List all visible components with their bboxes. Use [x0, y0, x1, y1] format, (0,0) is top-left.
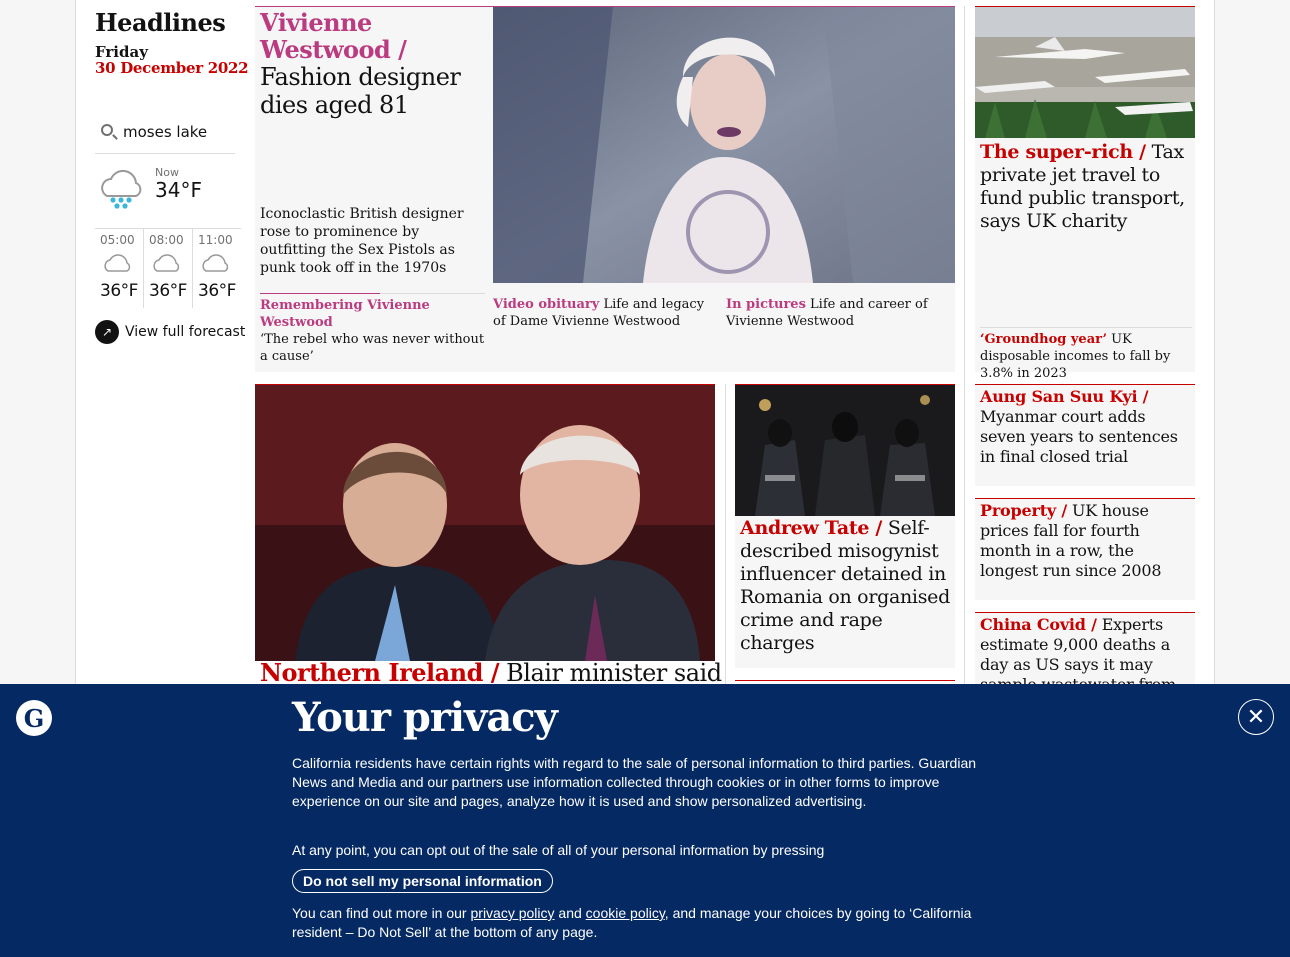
- forecast-temp: 36°F: [100, 281, 138, 301]
- tate-photo[interactable]: [735, 385, 955, 516]
- privacy-text: You can find out more in our: [292, 905, 467, 921]
- jet-sublink[interactable]: ‘Groundhog year’ UK disposable incomes t…: [980, 327, 1192, 382]
- close-icon[interactable]: ✕: [1238, 699, 1274, 735]
- tate-headline[interactable]: Andrew Tate / Self-described misogynist …: [740, 517, 952, 655]
- blair-kicker: Northern Ireland /: [260, 658, 500, 687]
- next-card-edge: [735, 680, 955, 681]
- date-full: 30 December 2022: [95, 59, 249, 77]
- story-kicker: China Covid /: [980, 615, 1097, 634]
- suu-kyi-story-card[interactable]: Aung San Suu Kyi / Myanmar court adds se…: [975, 384, 1195, 486]
- tate-story-card[interactable]: Andrew Tate / Self-described misogynist …: [735, 384, 955, 668]
- forecast-temp: 36°F: [149, 281, 187, 301]
- weather-now-temp: 34°F: [155, 178, 202, 202]
- westwood-sublink-remembering[interactable]: Remembering Vivienne Westwood ‘The rebel…: [260, 293, 485, 365]
- westwood-headline[interactable]: Vivienne Westwood / Fashion designer die…: [260, 9, 480, 119]
- forecast-time: 08:00: [149, 233, 184, 247]
- sublink-kicker: In pictures: [726, 297, 806, 312]
- forecast-temp: 36°F: [198, 281, 236, 301]
- full-forecast-label: View full forecast: [125, 324, 246, 340]
- cloud-icon: [202, 254, 229, 272]
- sublink-text: ‘The rebel who was never without a cause…: [260, 332, 485, 364]
- search-icon: [101, 124, 113, 136]
- story-kicker: Aung San Suu Kyi /: [980, 387, 1149, 406]
- sublink-kicker: ‘Groundhog year’: [980, 332, 1107, 347]
- blair-story-card[interactable]: Northern Ireland / Blair minister said: [255, 384, 722, 704]
- property-story-card[interactable]: Property / UK house prices fall for four…: [975, 498, 1195, 600]
- cloud-icon: [104, 254, 131, 272]
- forecast-slot: 08:00 36°F: [143, 229, 192, 308]
- tate-kicker: Andrew Tate /: [740, 517, 883, 539]
- guardian-logo: G: [16, 700, 52, 736]
- westwood-kicker: Vivienne Westwood /: [260, 8, 407, 64]
- location-search: [95, 118, 235, 154]
- privacy-paragraph-3: You can find out more in our privacy pol…: [292, 904, 1002, 942]
- privacy-paragraph-1: California residents have certain rights…: [292, 755, 977, 809]
- forecast-slot: 05:00 36°F: [95, 229, 143, 308]
- jet-kicker: The super-rich /: [980, 141, 1146, 163]
- external-link-icon: ↗: [95, 320, 119, 344]
- jet-story-card[interactable]: The super-rich / Tax private jet travel …: [975, 6, 1195, 381]
- privacy-title: Your privacy: [292, 694, 558, 741]
- westwood-sublink-pictures[interactable]: In pictures Life and career of Vivienne …: [726, 296, 946, 330]
- blair-headline[interactable]: Northern Ireland / Blair minister said: [260, 658, 722, 688]
- privacy-banner: G Your privacy California residents have…: [0, 684, 1290, 957]
- forecast-slot: 11:00 36°F: [192, 229, 241, 308]
- story-kicker: Property /: [980, 501, 1068, 520]
- blair-photo[interactable]: [255, 385, 715, 661]
- forecast-time: 05:00: [100, 233, 135, 247]
- column-divider: [725, 384, 726, 704]
- westwood-photo[interactable]: [493, 7, 955, 283]
- column-divider: [964, 6, 965, 686]
- cookie-policy-link[interactable]: cookie policy: [586, 905, 665, 921]
- do-not-sell-button[interactable]: Do not sell my personal information: [292, 869, 553, 893]
- cloud-icon: [153, 254, 180, 272]
- hourly-forecast: 05:00 36°F 08:00 36°F 11:00 36°F: [95, 228, 241, 308]
- privacy-policy-link[interactable]: privacy policy: [471, 905, 555, 921]
- sublink-kicker: Remembering Vivienne Westwood: [260, 298, 430, 330]
- privacy-paragraph-2: At any point, you can opt out of the sal…: [292, 842, 825, 858]
- jet-photo[interactable]: [975, 7, 1195, 138]
- location-search-input[interactable]: [123, 123, 233, 141]
- full-forecast-link[interactable]: ↗ View full forecast: [95, 320, 245, 344]
- forecast-time: 11:00: [198, 233, 233, 247]
- westwood-sublink-video[interactable]: Video obituary Life and legacy of Dame V…: [493, 296, 713, 330]
- section-title: Headlines: [95, 8, 226, 37]
- jet-headline[interactable]: The super-rich / Tax private jet travel …: [980, 141, 1192, 233]
- westwood-standfirst: Iconoclastic British designer rose to pr…: [260, 206, 464, 276]
- blair-title: Blair minister said: [506, 659, 722, 687]
- sleet-cloud-icon: [101, 169, 142, 209]
- story-title: Myanmar court adds seven years to senten…: [980, 407, 1178, 466]
- sublink-kicker: Video obituary: [493, 297, 600, 312]
- privacy-text: and: [558, 905, 582, 921]
- westwood-story-card[interactable]: Vivienne Westwood / Fashion designer die…: [255, 6, 955, 372]
- westwood-title: Fashion designer dies aged 81: [260, 63, 461, 119]
